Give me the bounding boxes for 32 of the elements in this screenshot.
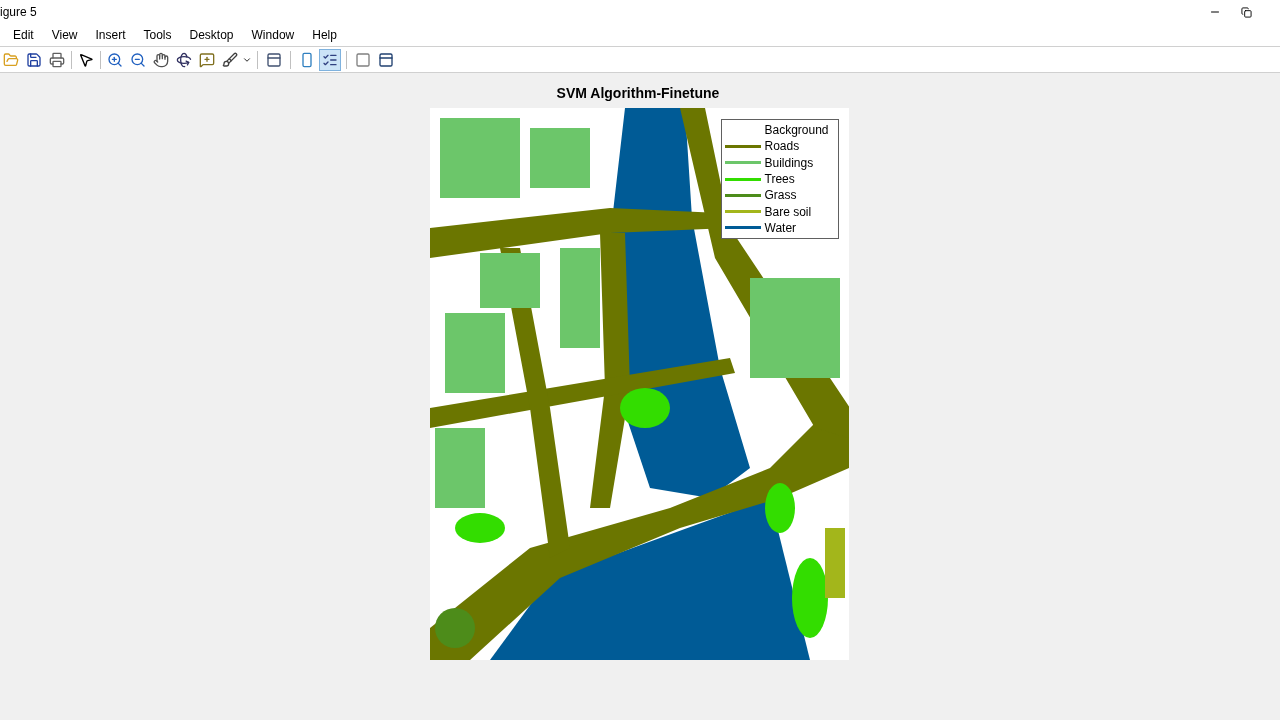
restore-icon[interactable] <box>1241 6 1252 18</box>
folder-icon <box>3 51 19 68</box>
pointer-icon <box>78 51 94 68</box>
brush-icon <box>222 51 238 68</box>
colorbar-icon <box>299 51 315 68</box>
legend-label: Buildings <box>764 156 814 169</box>
legend-label: Background <box>764 124 829 137</box>
data-cursor-icon <box>199 51 215 68</box>
menu-item[interactable]: Insert <box>94 26 127 44</box>
window-title: igure 5 <box>0 4 37 21</box>
zoom-out-icon <box>130 51 146 68</box>
menu-item[interactable]: Edit <box>12 26 35 44</box>
save-icon <box>26 51 42 68</box>
legend-button[interactable] <box>319 48 341 71</box>
legend-label: Trees <box>764 173 795 186</box>
printer-icon <box>49 51 65 68</box>
menu-item[interactable]: Desktop <box>188 26 235 44</box>
hand-icon <box>153 51 169 68</box>
zoom-in-icon <box>107 51 123 68</box>
menu-item[interactable]: Window <box>250 26 296 44</box>
plot-title: SVM Algorithm-Finetune <box>556 84 720 103</box>
panel-icon <box>378 51 394 68</box>
menu-item[interactable]: View <box>50 26 79 44</box>
square-icon <box>355 51 371 68</box>
menu-item[interactable]: Tools <box>142 26 173 44</box>
legend-label: Roads <box>764 140 800 153</box>
rotate-icon <box>176 51 192 68</box>
window-icon <box>266 51 282 68</box>
legend-label: Grass <box>764 189 797 202</box>
legend-label: Bare soil <box>764 205 812 218</box>
legend-label: Water <box>764 221 797 234</box>
menu-item[interactable]: Help <box>311 26 338 44</box>
